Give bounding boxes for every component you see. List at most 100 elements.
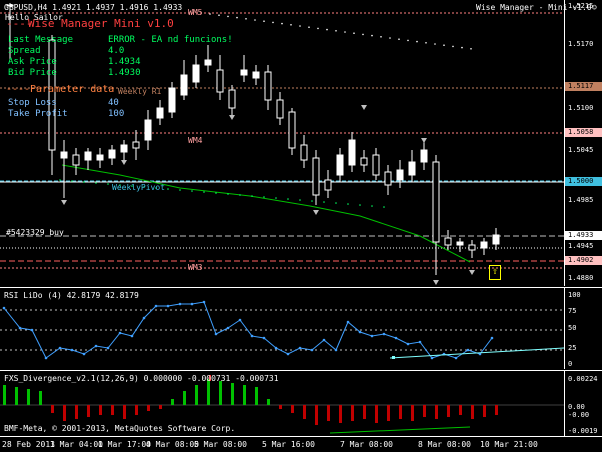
trend-dot <box>335 30 337 32</box>
candle-body <box>216 69 224 93</box>
time-tick: 8 Mar 08:00 <box>418 440 471 449</box>
rsi-point <box>394 336 398 340</box>
trend-dot <box>389 37 391 39</box>
rsi-marker <box>392 356 395 359</box>
fxs-bar <box>303 405 306 419</box>
trend-dot <box>371 205 373 207</box>
trend-dot <box>275 197 277 199</box>
rsi-point <box>82 352 86 356</box>
fxs-bar <box>291 405 294 413</box>
fxs-header: FXS_Divergence_v2.1(12,26,9) 0.000000 -0… <box>4 374 279 383</box>
candle-body <box>96 154 104 161</box>
fxs-bar <box>99 405 102 415</box>
fxs-bar <box>315 405 318 425</box>
rsi-point <box>334 348 338 352</box>
time-tick: 28 Feb 2013 <box>2 440 55 449</box>
trend-dot <box>380 36 382 38</box>
trend-dot <box>359 204 361 206</box>
rsi-point <box>106 346 110 350</box>
rsi-point <box>370 334 374 338</box>
price-tick: 1.4985 <box>568 196 594 204</box>
symbol-header: GBPUSD,H4 1.4921 1.4937 1.4916 1.4933 <box>4 3 183 12</box>
rsi-point <box>94 344 98 348</box>
fxs-bar <box>447 405 450 417</box>
fxs-tick: 0.00 <box>568 403 585 411</box>
trend-dot <box>371 34 373 37</box>
price-scale: 1.5215 1.5170 1.5117 1.5100 1.5058 1.504… <box>564 0 602 286</box>
main-chart[interactable]: GBPUSD,H4 1.4921 1.4937 1.4916 1.4933 Wi… <box>0 0 597 286</box>
trend-dot <box>245 18 247 20</box>
rsi-point <box>118 331 122 335</box>
fxs-scale: 0.00224 0.00 -0.00 -0.0019 <box>564 370 602 436</box>
panel-row-value: ERROR - EA nd funcions! <box>108 35 233 45</box>
rsi-header: RSI LiDo (4) 42.8179 42.8179 <box>4 291 139 300</box>
trend-dot <box>167 188 169 190</box>
rsi-point <box>178 302 182 306</box>
price-tick: 1.5170 <box>568 40 594 48</box>
candle-body <box>252 71 260 79</box>
trend-dot <box>191 190 193 192</box>
candle-body <box>300 144 308 161</box>
fractal-arrow-icon <box>361 105 367 110</box>
param-label: Take Profit <box>8 109 68 119</box>
rsi-point <box>18 326 22 330</box>
candle-body <box>108 149 116 159</box>
candle-body <box>336 154 344 176</box>
price-tick: 1.4945 <box>568 242 594 250</box>
candle-body <box>228 89 236 109</box>
rsi-point <box>310 348 314 352</box>
candle-body <box>324 179 332 191</box>
trend-dot <box>263 196 265 198</box>
rsi-point <box>226 326 230 330</box>
fxs-bar <box>111 405 114 415</box>
trend-dot <box>452 45 454 48</box>
candle-body <box>240 69 248 76</box>
trend-dot <box>236 16 238 19</box>
trend-dot <box>470 48 472 50</box>
fxs-bar <box>327 405 330 421</box>
fxs-panel[interactable]: FXS_Divergence_v2.1(12,26,9) 0.000000 -0… <box>0 370 564 436</box>
price-badge: 1.5117 <box>565 82 602 91</box>
price-tick: 1.5045 <box>568 146 594 154</box>
fxs-bar <box>351 405 354 421</box>
candle-body <box>192 64 200 83</box>
fxs-bar <box>135 405 138 415</box>
fxs-bar <box>267 399 270 405</box>
trend-dot <box>416 40 418 43</box>
candle-body <box>420 149 428 163</box>
fxs-bar <box>255 387 258 405</box>
rsi-point <box>214 332 218 336</box>
fxs-bar <box>483 405 486 417</box>
fxs-bar <box>147 405 150 411</box>
trend-dot <box>209 13 211 15</box>
rsi-point <box>202 300 206 304</box>
fxs-bar <box>39 391 42 405</box>
fxs-bar <box>243 385 246 405</box>
fxs-tick: -0.0019 <box>568 427 598 435</box>
rsi-point <box>274 346 278 350</box>
fxs-tick: -0.00 <box>568 411 590 419</box>
trend-dot <box>398 38 400 40</box>
fractal-arrow-icon <box>433 280 439 285</box>
fxs-bar <box>435 405 438 419</box>
trend-dot <box>407 39 409 42</box>
trend-dot <box>308 26 310 29</box>
trend-dot <box>347 203 349 205</box>
fxs-bar <box>339 405 342 423</box>
up-arrow-icon[interactable]: ⇧ <box>489 265 501 280</box>
trend-dot <box>71 180 73 182</box>
rsi-point <box>406 342 410 346</box>
candle-body <box>288 111 296 149</box>
candle-body <box>492 234 500 245</box>
wm3-label: WM3 <box>188 263 203 272</box>
candle-body <box>480 241 488 249</box>
rsi-point <box>130 334 134 338</box>
trend-dot <box>203 191 205 193</box>
fxs-bar <box>279 405 282 409</box>
rsi-point <box>250 334 254 338</box>
fxs-bar <box>387 405 390 421</box>
wm5-label: WM5 <box>188 8 203 17</box>
rsi-panel[interactable]: RSI LiDo (4) 42.8179 42.8179 <box>0 287 564 369</box>
fxs-bar <box>495 405 498 415</box>
rsi-point <box>44 356 48 360</box>
